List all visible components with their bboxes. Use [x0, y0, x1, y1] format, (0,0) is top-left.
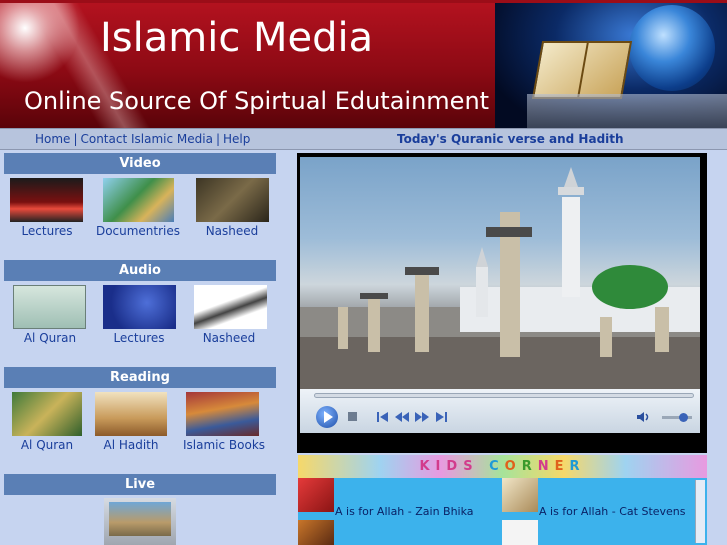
video-documentries-thumb[interactable] [103, 178, 174, 222]
reading-hadith-thumb[interactable] [95, 392, 167, 436]
header-banner: Islamic Media Online Source Of Spirtual … [0, 0, 727, 128]
kids-title-letter: O [504, 459, 522, 474]
video-documentries-label[interactable]: Documentries [88, 224, 188, 238]
video-nasheed-thumb[interactable] [196, 178, 269, 222]
kids-title-letter: R [569, 459, 586, 474]
audio-quran-label[interactable]: Al Quran [0, 331, 100, 345]
previous-icon[interactable] [376, 409, 390, 428]
kids-title-letter: N [537, 459, 555, 474]
kids-title-letter: K [419, 459, 436, 474]
video-nasheed-label[interactable]: Nasheed [182, 224, 282, 238]
player-controls [300, 389, 700, 433]
tv-screen [109, 502, 171, 536]
live-section-heading: Live [4, 474, 276, 495]
volume-slider[interactable] [662, 413, 692, 422]
kids-title-letter: I [435, 459, 447, 474]
kids-item-thumb[interactable] [502, 520, 538, 545]
next-icon[interactable] [434, 409, 448, 428]
nav-links: Home | Contact Islamic Media | Help [35, 132, 250, 146]
reading-books-label[interactable]: Islamic Books [174, 438, 274, 452]
quran-book-icon [531, 41, 633, 99]
nav-separator: | [215, 132, 220, 146]
site-subtitle: Online Source Of Spirtual Edutainment [24, 87, 490, 115]
kids-corner-title: KIDS CORNER [298, 455, 707, 478]
kids-title-letter: D [446, 459, 464, 474]
audio-nasheed-label[interactable]: Nasheed [179, 331, 279, 345]
fast-forward-icon[interactable] [414, 409, 430, 428]
reading-quran-thumb[interactable] [12, 392, 82, 436]
audio-lectures-thumb[interactable] [103, 285, 176, 329]
nav-bar: Home | Contact Islamic Media | Help Today's … [0, 128, 727, 150]
nav-home-link[interactable]: Home [35, 132, 70, 146]
video-lectures-label[interactable]: Lectures [0, 224, 97, 238]
site-title: Islamic Media [100, 15, 374, 61]
audio-lectures-label[interactable]: Lectures [89, 331, 189, 345]
audio-section-heading: Audio [4, 260, 276, 281]
video-lectures-thumb[interactable] [10, 178, 83, 222]
kids-item-thumb[interactable] [502, 478, 538, 512]
daily-verse-link[interactable]: Today's Quranic verse and Hadith [397, 132, 624, 146]
video-section-heading: Video [4, 153, 276, 174]
earth-globe-icon [629, 5, 715, 91]
nav-separator: | [73, 132, 78, 146]
seek-bar[interactable] [314, 393, 694, 398]
kids-title-letter: R [521, 459, 538, 474]
audio-nasheed-thumb[interactable] [194, 285, 267, 329]
stop-button[interactable] [348, 412, 357, 421]
reading-section-heading: Reading [4, 367, 276, 388]
nav-help-link[interactable]: Help [223, 132, 250, 146]
nav-contact-link[interactable]: Contact Islamic Media [80, 132, 212, 146]
kids-item-thumb[interactable] [298, 478, 334, 512]
live-tv-thumb[interactable] [104, 498, 176, 545]
rewind-icon[interactable] [394, 409, 410, 428]
audio-quran-thumb[interactable] [13, 285, 86, 329]
mosque-scene [300, 167, 700, 389]
city-skyline [527, 94, 727, 128]
kids-item-thumb[interactable] [298, 520, 334, 545]
kids-title-letter [479, 459, 490, 474]
reading-hadith-label[interactable]: Al Hadith [81, 438, 181, 452]
kids-corner-panel: A is for Allah - Zain Bhika A is for All… [298, 478, 707, 545]
kids-title-letter: S [463, 459, 479, 474]
kids-item-zain-bhika[interactable]: A is for Allah - Zain Bhika [335, 505, 474, 518]
kids-title-letter: E [554, 459, 570, 474]
play-button[interactable] [316, 406, 338, 428]
kids-title-letter: C [489, 459, 505, 474]
kids-scrollbar[interactable] [695, 480, 705, 543]
volume-knob[interactable] [679, 413, 688, 422]
volume-icon[interactable] [636, 409, 652, 428]
video-display[interactable] [300, 157, 700, 389]
reading-books-thumb[interactable] [186, 392, 259, 436]
kids-item-cat-stevens[interactable]: A is for Allah - Cat Stevens [539, 505, 686, 518]
